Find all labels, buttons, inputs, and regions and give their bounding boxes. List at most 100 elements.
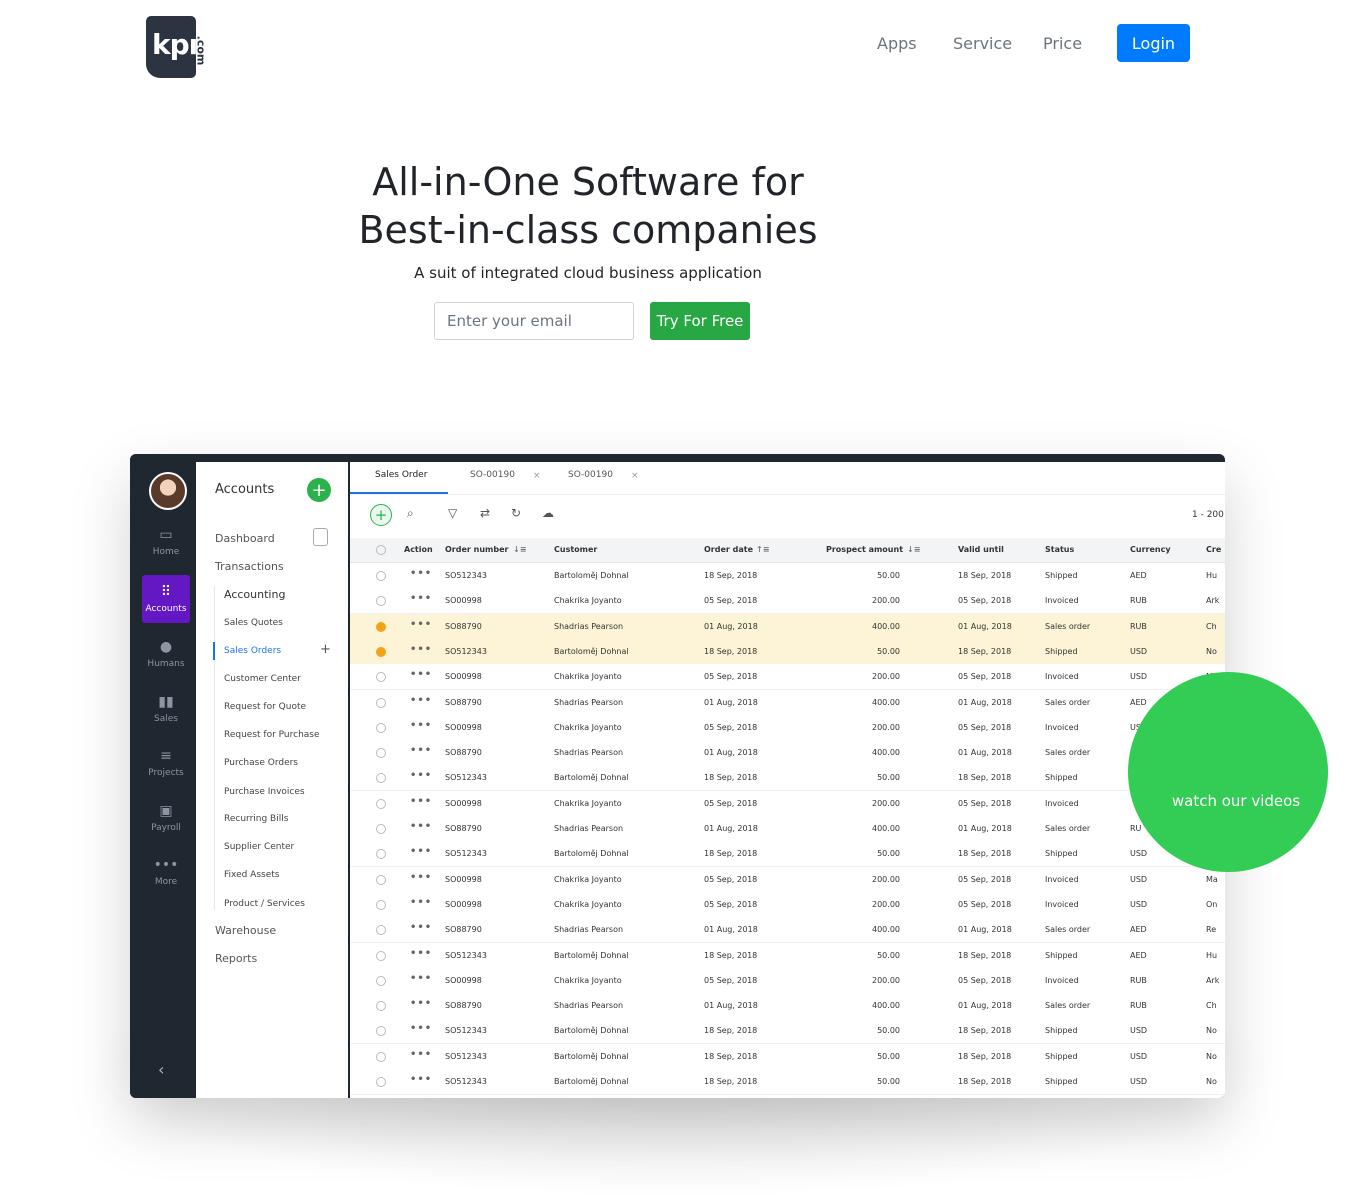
col-customer[interactable]: Customer (554, 545, 597, 554)
rail-home[interactable]: ▭ Home (142, 526, 190, 574)
col-order-number[interactable]: Order number (445, 545, 508, 554)
table-row[interactable]: ••• SO00998 Chakrika Joyanto 05 Sep, 2018 20… (350, 891, 1225, 918)
table-row[interactable]: ••• SO88790 Shadrias Pearson 01 Aug, 2018 40… (350, 816, 1225, 842)
row-actions-icon[interactable]: ••• (410, 568, 432, 579)
table-row[interactable]: ••• SO512343 Bartoloměj Dohnal 18 Sep, 2018… (350, 563, 1225, 589)
row-actions-icon[interactable]: ••• (410, 846, 432, 857)
rail-sales[interactable]: ▮▮ Sales (142, 693, 190, 741)
row-checkbox[interactable] (376, 748, 386, 759)
table-row[interactable]: ••• SO512343 Bartoloměj Dohnal 18 Sep, 2018… (350, 942, 1225, 969)
table-row[interactable]: ••• SO88790 Shadrias Pearson 01 Aug, 2018 40… (350, 613, 1225, 640)
toggle-icon[interactable] (313, 528, 328, 546)
sidebar-item-request-purchase[interactable]: Request for Purchase (224, 730, 320, 740)
row-actions-icon[interactable]: ••• (410, 1074, 432, 1085)
table-row[interactable]: ••• SO512343 Bartoloměj Dohnal 18 Sep, 2018… (350, 1069, 1225, 1095)
row-actions-icon[interactable]: ••• (410, 770, 432, 781)
rail-accounts[interactable]: ⠿ Accounts (142, 575, 190, 623)
row-checkbox[interactable] (376, 722, 386, 733)
row-checkbox[interactable] (376, 646, 386, 657)
row-actions-icon[interactable]: ••• (410, 593, 432, 604)
table-row[interactable]: ••• SO88790 Shadrias Pearson 01 Aug, 2018 40… (350, 740, 1225, 767)
col-created[interactable]: Cre (1206, 545, 1221, 554)
row-actions-icon[interactable]: ••• (410, 1023, 432, 1034)
row-actions-icon[interactable]: ••• (410, 619, 432, 630)
sidebar-add-button[interactable]: + (307, 478, 331, 502)
nav-service[interactable]: Service (953, 34, 1012, 53)
sidebar-item-supplier-center[interactable]: Supplier Center (224, 842, 294, 852)
sidebar-item-customer-center[interactable]: Customer Center (224, 674, 301, 684)
row-actions-icon[interactable]: ••• (410, 644, 432, 655)
kpi-logo[interactable]: kpı .com (146, 16, 212, 78)
table-row[interactable]: ••• SO512343 Bartoloměj Dohnal 18 Sep, 2018… (350, 638, 1225, 665)
search-icon[interactable]: ⌕ (407, 506, 414, 521)
col-order-date[interactable]: Order date (704, 545, 753, 554)
sidebar-item-sales-quotes[interactable]: Sales Quotes (224, 618, 283, 628)
sidebar-item-reports[interactable]: Reports (215, 952, 257, 965)
tab-sales-order[interactable]: Sales Order (375, 470, 427, 480)
table-row[interactable]: ••• SO88790 Shadrias Pearson 01 Aug, 2018 40… (350, 689, 1225, 716)
sidebar-item-fixed-assets[interactable]: Fixed Assets (224, 870, 279, 880)
table-row[interactable]: ••• SO00998 Chakrika Joyanto 05 Sep, 2018 20… (350, 588, 1225, 615)
user-avatar[interactable] (149, 472, 187, 510)
row-checkbox[interactable] (376, 697, 386, 708)
row-checkbox[interactable] (376, 571, 386, 581)
row-actions-icon[interactable]: ••• (410, 1049, 432, 1060)
sidebar-item-warehouse[interactable]: Warehouse (215, 924, 276, 937)
row-checkbox[interactable] (376, 621, 386, 632)
row-actions-icon[interactable]: ••• (410, 998, 432, 1009)
nav-apps[interactable]: Apps (877, 34, 917, 53)
row-checkbox[interactable] (376, 672, 386, 683)
login-button[interactable]: Login (1117, 24, 1190, 62)
sidebar-item-product-services[interactable]: Product / Services (224, 899, 305, 909)
select-all-checkbox[interactable] (376, 545, 386, 555)
try-for-free-button[interactable]: Try For Free (650, 302, 750, 340)
row-checkbox[interactable] (376, 975, 386, 986)
table-row[interactable]: ••• SO00998 Chakrika Joyanto 05 Sep, 2018 20… (350, 790, 1225, 817)
row-actions-icon[interactable]: ••• (410, 669, 432, 680)
rail-more[interactable]: ••• More (142, 856, 190, 904)
row-actions-icon[interactable]: ••• (410, 897, 432, 908)
table-row[interactable]: ••• SO00998 Chakrika Joyanto 05 Sep, 2018 20… (350, 714, 1225, 741)
row-checkbox[interactable] (376, 849, 386, 860)
table-row[interactable]: ••• SO512343 Bartoloměj Dohnal 18 Sep, 2018… (350, 841, 1225, 868)
sort-icon[interactable]: ↓≡ (907, 545, 920, 554)
table-row[interactable]: ••• SO512343 Bartoloměj Dohnal 18 Sep, 2018… (350, 765, 1225, 792)
row-checkbox[interactable] (376, 1077, 386, 1087)
row-checkbox[interactable] (376, 874, 386, 885)
add-record-button[interactable]: + (370, 504, 392, 526)
row-checkbox[interactable] (376, 798, 386, 809)
refresh-icon[interactable]: ↻ (511, 506, 521, 520)
row-actions-icon[interactable]: ••• (410, 922, 432, 933)
row-checkbox[interactable] (376, 899, 386, 910)
row-actions-icon[interactable]: ••• (410, 872, 432, 883)
table-row[interactable]: ••• SO512343 Bartoloměj Dohnal 18 Sep, 2018… (350, 1043, 1225, 1070)
sidebar-item-dashboard[interactable]: Dashboard (215, 532, 275, 545)
sidebar-item-accounting[interactable]: Accounting (224, 588, 285, 601)
row-checkbox[interactable] (376, 1051, 386, 1062)
sort-icon[interactable]: ↓≡ (513, 545, 526, 554)
row-checkbox[interactable] (376, 1026, 386, 1037)
sidebar-item-sales-orders[interactable]: Sales Orders (224, 646, 281, 656)
sort-icon[interactable]: ↑≡ (756, 545, 769, 554)
add-sales-order-icon[interactable]: + (320, 642, 331, 657)
table-row[interactable]: ••• SO88790 Shadrias Pearson 01 Aug, 2018 40… (350, 993, 1225, 1020)
rail-projects[interactable]: ≡ Projects (142, 747, 190, 795)
sidebar-item-purchase-invoices[interactable]: Purchase Invoices (224, 787, 305, 797)
table-row[interactable]: ••• SO00998 Chakrika Joyanto 05 Sep, 2018 20… (350, 866, 1225, 893)
sidebar-item-purchase-orders[interactable]: Purchase Orders (224, 758, 298, 768)
col-currency[interactable]: Currency (1130, 545, 1171, 554)
row-checkbox[interactable] (376, 925, 386, 936)
col-valid-until[interactable]: Valid until (958, 545, 1004, 554)
table-row[interactable]: ••• SO00998 Chakrika Joyanto 05 Sep, 2018 20… (350, 664, 1225, 691)
col-prospect-amount[interactable]: Prospect amount (826, 545, 903, 554)
rail-humans[interactable]: ● Humans (142, 638, 190, 686)
col-status[interactable]: Status (1045, 545, 1074, 554)
rail-payroll[interactable]: ▣ Payroll (142, 802, 190, 850)
collapse-icon[interactable]: ‹ (158, 1060, 164, 1079)
row-actions-icon[interactable]: ••• (410, 821, 432, 832)
close-icon[interactable]: × (533, 471, 541, 481)
swap-icon[interactable]: ⇄ (480, 506, 490, 520)
tab-so-00190-a[interactable]: SO-00190 (470, 470, 515, 480)
filter-icon[interactable]: ▽ (448, 506, 457, 520)
table-row[interactable]: ••• SO88790 Shadrias Pearson 01 Aug, 2018 40… (350, 917, 1225, 944)
